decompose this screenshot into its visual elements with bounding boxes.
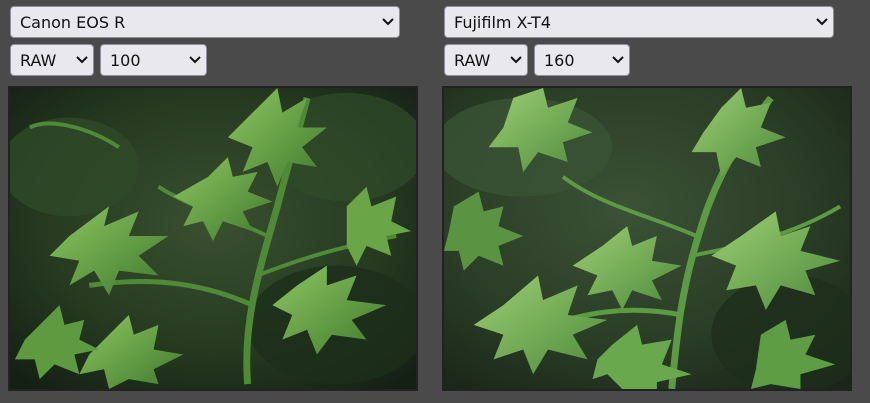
right-iso-value: 160	[544, 50, 575, 70]
chevron-down-icon	[811, 7, 833, 37]
left-format-select[interactable]: RAW	[10, 44, 94, 76]
right-camera-value: Fujifilm X-T4	[454, 12, 551, 32]
left-camera-value: Canon EOS R	[20, 12, 126, 32]
left-sample-image[interactable]	[8, 86, 418, 391]
left-camera-select[interactable]: Canon EOS R	[10, 6, 400, 38]
chevron-down-icon	[505, 45, 527, 75]
right-camera-select[interactable]: Fujifilm X-T4	[444, 6, 834, 38]
plant-leaves-photo	[444, 88, 850, 389]
right-format-select[interactable]: RAW	[444, 44, 528, 76]
chevron-down-icon	[184, 45, 206, 75]
left-format-value: RAW	[20, 50, 57, 70]
left-iso-select[interactable]: 100	[100, 44, 207, 76]
right-format-value: RAW	[454, 50, 491, 70]
plant-leaves-photo	[10, 88, 416, 389]
left-iso-value: 100	[110, 50, 141, 70]
chevron-down-icon	[607, 45, 629, 75]
right-sample-image[interactable]	[442, 86, 852, 391]
right-iso-select[interactable]: 160	[534, 44, 630, 76]
chevron-down-icon	[71, 45, 93, 75]
chevron-down-icon	[377, 7, 399, 37]
